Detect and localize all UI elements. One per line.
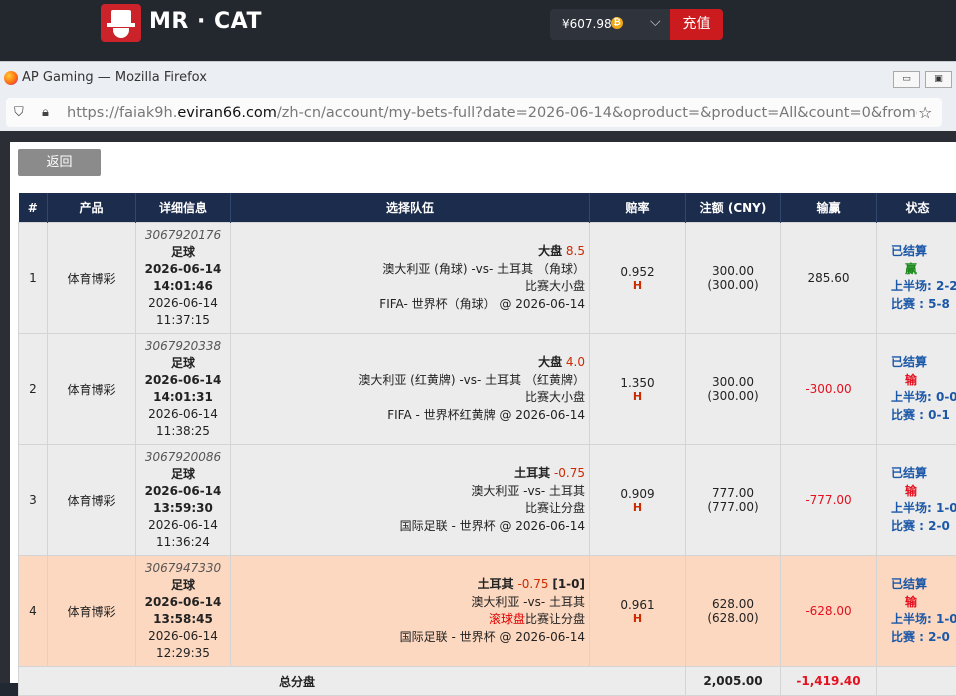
row-product: 体育博彩 — [48, 556, 136, 667]
row-stake: 777.00 (777.00) — [686, 445, 781, 556]
row-result: 285.60 — [781, 223, 877, 334]
row-selection: 土耳其 -0.75 [1-0] 澳大利亚 -vs- 土耳其 滚球盘比赛让分盘 国… — [231, 556, 590, 667]
row-product: 体育博彩 — [48, 223, 136, 334]
row-status: 已结算 输 上半场: 0-0 比赛 : 0-1 — [877, 334, 956, 445]
total-stake: 2,005.00 — [686, 667, 781, 696]
total-result: -1,419.40 — [781, 667, 877, 696]
row-product: 体育博彩 — [48, 334, 136, 445]
row-stake: 300.00 (300.00) — [686, 334, 781, 445]
coin-icon: ₿ — [611, 17, 623, 29]
window-title: AP Gaming — Mozilla Firefox — [22, 70, 207, 85]
minimize-icon[interactable]: ▭ — [893, 71, 920, 88]
chevron-down-icon: ⌵ — [650, 14, 661, 30]
row-result: -628.00 — [781, 556, 877, 667]
row-product: 体育博彩 — [48, 445, 136, 556]
mr-cat-logo-icon[interactable] — [101, 4, 141, 42]
table-row: 3 体育博彩 3067920086 足球 2026-06-14 13:59:30… — [19, 445, 956, 556]
col-number: # — [19, 193, 48, 223]
row-number: 4 — [19, 556, 48, 667]
balance-amount: ¥607.98 — [562, 17, 612, 31]
row-result: -777.00 — [781, 445, 877, 556]
row-selection: 土耳其 -0.75 澳大利亚 -vs- 土耳其 比赛让分盘 国际足联 - 世界杯… — [231, 445, 590, 556]
row-stake: 300.00 (300.00) — [686, 223, 781, 334]
bet-id: 3067920338 — [137, 338, 229, 355]
row-details: 3067920086 足球 2026-06-14 13:59:30 2026-0… — [136, 445, 231, 556]
col-details: 详细信息 — [136, 193, 231, 223]
row-odds: 0.961 H — [590, 556, 686, 667]
row-odds: 0.909 H — [590, 445, 686, 556]
col-product: 产品 — [48, 193, 136, 223]
shield-icon[interactable]: ⛉ — [14, 105, 24, 120]
live-badge: 滚球盘 — [489, 612, 525, 626]
url-field[interactable]: ⛉ 🔒︎ https://faiak9h.eviran66.com/zh-cn/… — [6, 98, 942, 127]
row-odds: 0.952 H — [590, 223, 686, 334]
row-selection: 大盘 4.0 澳大利亚 (红黄牌) -vs- 土耳其 （红黄牌） 比赛大小盘 F… — [231, 334, 590, 445]
row-number: 1 — [19, 223, 48, 334]
col-status: 状态 — [877, 193, 956, 223]
back-button[interactable]: 返回 — [18, 149, 101, 176]
row-selection: 大盘 8.5 澳大利亚 (角球) -vs- 土耳其 （角球） 比赛大小盘 FIF… — [231, 223, 590, 334]
bets-page: 返回 # 产品 详细信息 选择队伍 赔率 注额 (CNY) 输赢 状态 — [10, 142, 956, 683]
col-result: 输赢 — [781, 193, 877, 223]
col-odds: 赔率 — [590, 193, 686, 223]
bookmark-star-icon[interactable]: ☆ — [918, 103, 932, 122]
row-details: 3067947330 足球 2026-06-14 13:58:45 2026-0… — [136, 556, 231, 667]
row-status: 已结算 赢 上半场: 2-2 比赛 : 5-8 — [877, 223, 956, 334]
row-status: 已结算 输 上半场: 1-0 比赛 : 2-0 — [877, 556, 956, 667]
row-number: 2 — [19, 334, 48, 445]
total-label: 总分盘 — [19, 667, 686, 696]
browser-titlebar: AP Gaming — Mozilla Firefox ▭ ▣ — [0, 61, 956, 96]
row-number: 3 — [19, 445, 48, 556]
row-details: 3067920176 足球 2026-06-14 14:01:46 2026-0… — [136, 223, 231, 334]
recharge-button[interactable]: 充值 — [670, 9, 723, 40]
lock-icon[interactable]: 🔒︎ — [42, 105, 49, 120]
col-stake: 注额 (CNY) — [686, 193, 781, 223]
table-row: 2 体育博彩 3067920338 足球 2026-06-14 14:01:31… — [19, 334, 956, 445]
bets-table: # 产品 详细信息 选择队伍 赔率 注额 (CNY) 输赢 状态 1 体育博彩 … — [18, 193, 956, 696]
table-row: 1 体育博彩 3067920176 足球 2026-06-14 14:01:46… — [19, 223, 956, 334]
brand-name[interactable]: MR · CAT — [149, 9, 262, 34]
row-stake: 628.00 (628.00) — [686, 556, 781, 667]
site-header: MR · CAT ¥607.98 ₿ ⌵ 充值 — [0, 0, 956, 61]
firefox-icon — [4, 71, 18, 85]
table-row: 4 体育博彩 3067947330 足球 2026-06-14 13:58:45… — [19, 556, 956, 667]
row-status: 已结算 输 上半场: 1-0 比赛 : 2-0 — [877, 445, 956, 556]
col-selection: 选择队伍 — [231, 193, 590, 223]
row-odds: 1.350 H — [590, 334, 686, 445]
row-details: 3067920338 足球 2026-06-14 14:01:31 2026-0… — [136, 334, 231, 445]
address-bar: ⛉ 🔒︎ https://faiak9h.eviran66.com/zh-cn/… — [0, 95, 956, 131]
bet-id: 3067920176 — [137, 227, 229, 244]
bet-id: 3067920086 — [137, 449, 229, 466]
bet-id: 3067947330 — [137, 560, 229, 577]
row-result: -300.00 — [781, 334, 877, 445]
total-row: 总分盘 2,005.00 -1,419.40 — [19, 667, 956, 696]
page-content: 返回 # 产品 详细信息 选择队伍 赔率 注额 (CNY) 输赢 状态 — [0, 131, 956, 683]
restore-icon[interactable]: ▣ — [925, 71, 952, 88]
balance-dropdown[interactable]: ¥607.98 ₿ ⌵ — [550, 9, 670, 40]
url-text[interactable]: https://faiak9h.eviran66.com/zh-cn/accou… — [67, 105, 917, 121]
table-header: # 产品 详细信息 选择队伍 赔率 注额 (CNY) 输赢 状态 — [19, 193, 956, 223]
